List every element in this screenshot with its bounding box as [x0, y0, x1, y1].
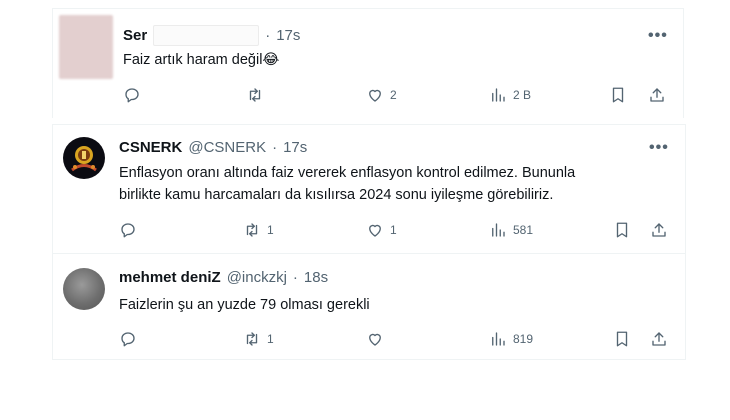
views-count: 581 — [513, 223, 534, 237]
retweet-icon — [249, 88, 261, 102]
tweet-actions: 1 1 581 — [53, 221, 685, 243]
tweet-text-body: Faizlerin şu an yuzde 79 olması gerekli — [119, 297, 370, 313]
share-button[interactable] — [650, 221, 668, 239]
avatar[interactable] — [63, 137, 105, 179]
reply-icon — [121, 332, 135, 347]
reply-button[interactable] — [119, 330, 143, 348]
share-button[interactable] — [650, 330, 668, 348]
like-icon — [369, 224, 381, 237]
views-button[interactable]: 2 B — [489, 86, 531, 104]
more-options-icon[interactable]: ••• — [648, 27, 668, 45]
like-icon — [369, 333, 381, 346]
tweet-text: Enflasyon oranı altında faiz vererek enf… — [119, 162, 575, 206]
separator-dot: · — [292, 269, 298, 286]
retweet-icon — [246, 223, 258, 237]
separator-dot: · — [272, 139, 278, 156]
user-handle[interactable]: @CSNERK — [188, 139, 266, 156]
retweet-count: 1 — [267, 223, 274, 237]
tweet-actions: 1 819 — [53, 330, 685, 352]
reply-button[interactable] — [119, 221, 143, 239]
tweet-header: mehmet deniZ @inckzkj · 18s — [119, 269, 328, 286]
timestamp[interactable]: 18s — [304, 269, 328, 286]
tweet-text: Faizlerin şu an yuzde 79 olması gerekli — [119, 294, 370, 316]
reply-button[interactable] — [123, 86, 147, 104]
tweet-header: CSNERK @CSNERK · 17s — [119, 139, 307, 156]
tweet-card[interactable]: Ser · 17s ••• Faiz artık haram değil😂 2 … — [52, 8, 684, 118]
tweet-actions: 2 2 B — [53, 86, 683, 108]
tweet-text-body: Faiz artık haram değil — [123, 52, 263, 68]
views-button[interactable]: 581 — [489, 221, 533, 239]
views-icon — [492, 332, 505, 346]
share-icon — [650, 88, 664, 102]
like-count: 1 — [390, 223, 397, 237]
reply-icon — [121, 223, 135, 238]
tweet-card[interactable]: CSNERK @CSNERK · 17s ••• Enflasyon oranı… — [52, 124, 686, 254]
timestamp[interactable]: 17s — [276, 27, 300, 44]
retweet-icon — [246, 332, 258, 346]
user-handle[interactable]: @inckzkj — [227, 269, 287, 286]
tweet-text: Faiz artık haram değil😂 — [123, 49, 279, 71]
timestamp[interactable]: 17s — [283, 139, 307, 156]
bookmark-button[interactable] — [609, 86, 627, 104]
like-button[interactable]: 2 — [366, 86, 397, 104]
laughing-emoji: 😂 — [262, 52, 280, 68]
avatar[interactable] — [59, 15, 113, 79]
views-icon — [492, 223, 505, 237]
retweet-button[interactable] — [246, 86, 270, 104]
like-button[interactable] — [366, 330, 390, 348]
user-name[interactable]: Ser — [123, 27, 147, 44]
avatar[interactable] — [63, 268, 105, 310]
tweet-header: Ser · 17s — [123, 25, 300, 46]
bookmark-icon — [616, 222, 628, 238]
share-icon — [652, 223, 666, 237]
views-icon — [492, 88, 505, 102]
bookmark-button[interactable] — [613, 330, 631, 348]
like-count: 2 — [390, 88, 397, 102]
like-icon — [369, 89, 381, 102]
user-name[interactable]: mehmet deniZ — [119, 269, 221, 286]
user-name[interactable]: CSNERK — [119, 139, 182, 156]
reply-icon — [125, 88, 139, 103]
redacted-name-block — [153, 25, 260, 46]
share-icon — [652, 332, 666, 346]
avatar-emblem-icon — [71, 146, 97, 172]
like-button[interactable]: 1 — [366, 221, 397, 239]
bookmark-icon — [612, 87, 624, 103]
retweet-count: 1 — [267, 332, 274, 346]
tweet-card[interactable]: mehmet deniZ @inckzkj · 18s Faizlerin şu… — [52, 254, 686, 360]
tweet-text-line: birlikte kamu harcamaları da kısılırsa 2… — [119, 187, 554, 203]
tweet-text-line: Enflasyon oranı altında faiz vererek enf… — [119, 165, 576, 181]
bookmark-icon — [616, 331, 628, 347]
share-button[interactable] — [648, 86, 666, 104]
separator-dot: · — [265, 27, 271, 44]
retweet-button[interactable]: 1 — [243, 221, 274, 239]
views-count: 2 B — [513, 88, 532, 102]
views-count: 819 — [513, 332, 534, 346]
bookmark-button[interactable] — [613, 221, 631, 239]
views-button[interactable]: 819 — [489, 330, 533, 348]
more-options-icon[interactable]: ••• — [649, 139, 669, 157]
retweet-button[interactable]: 1 — [243, 330, 274, 348]
